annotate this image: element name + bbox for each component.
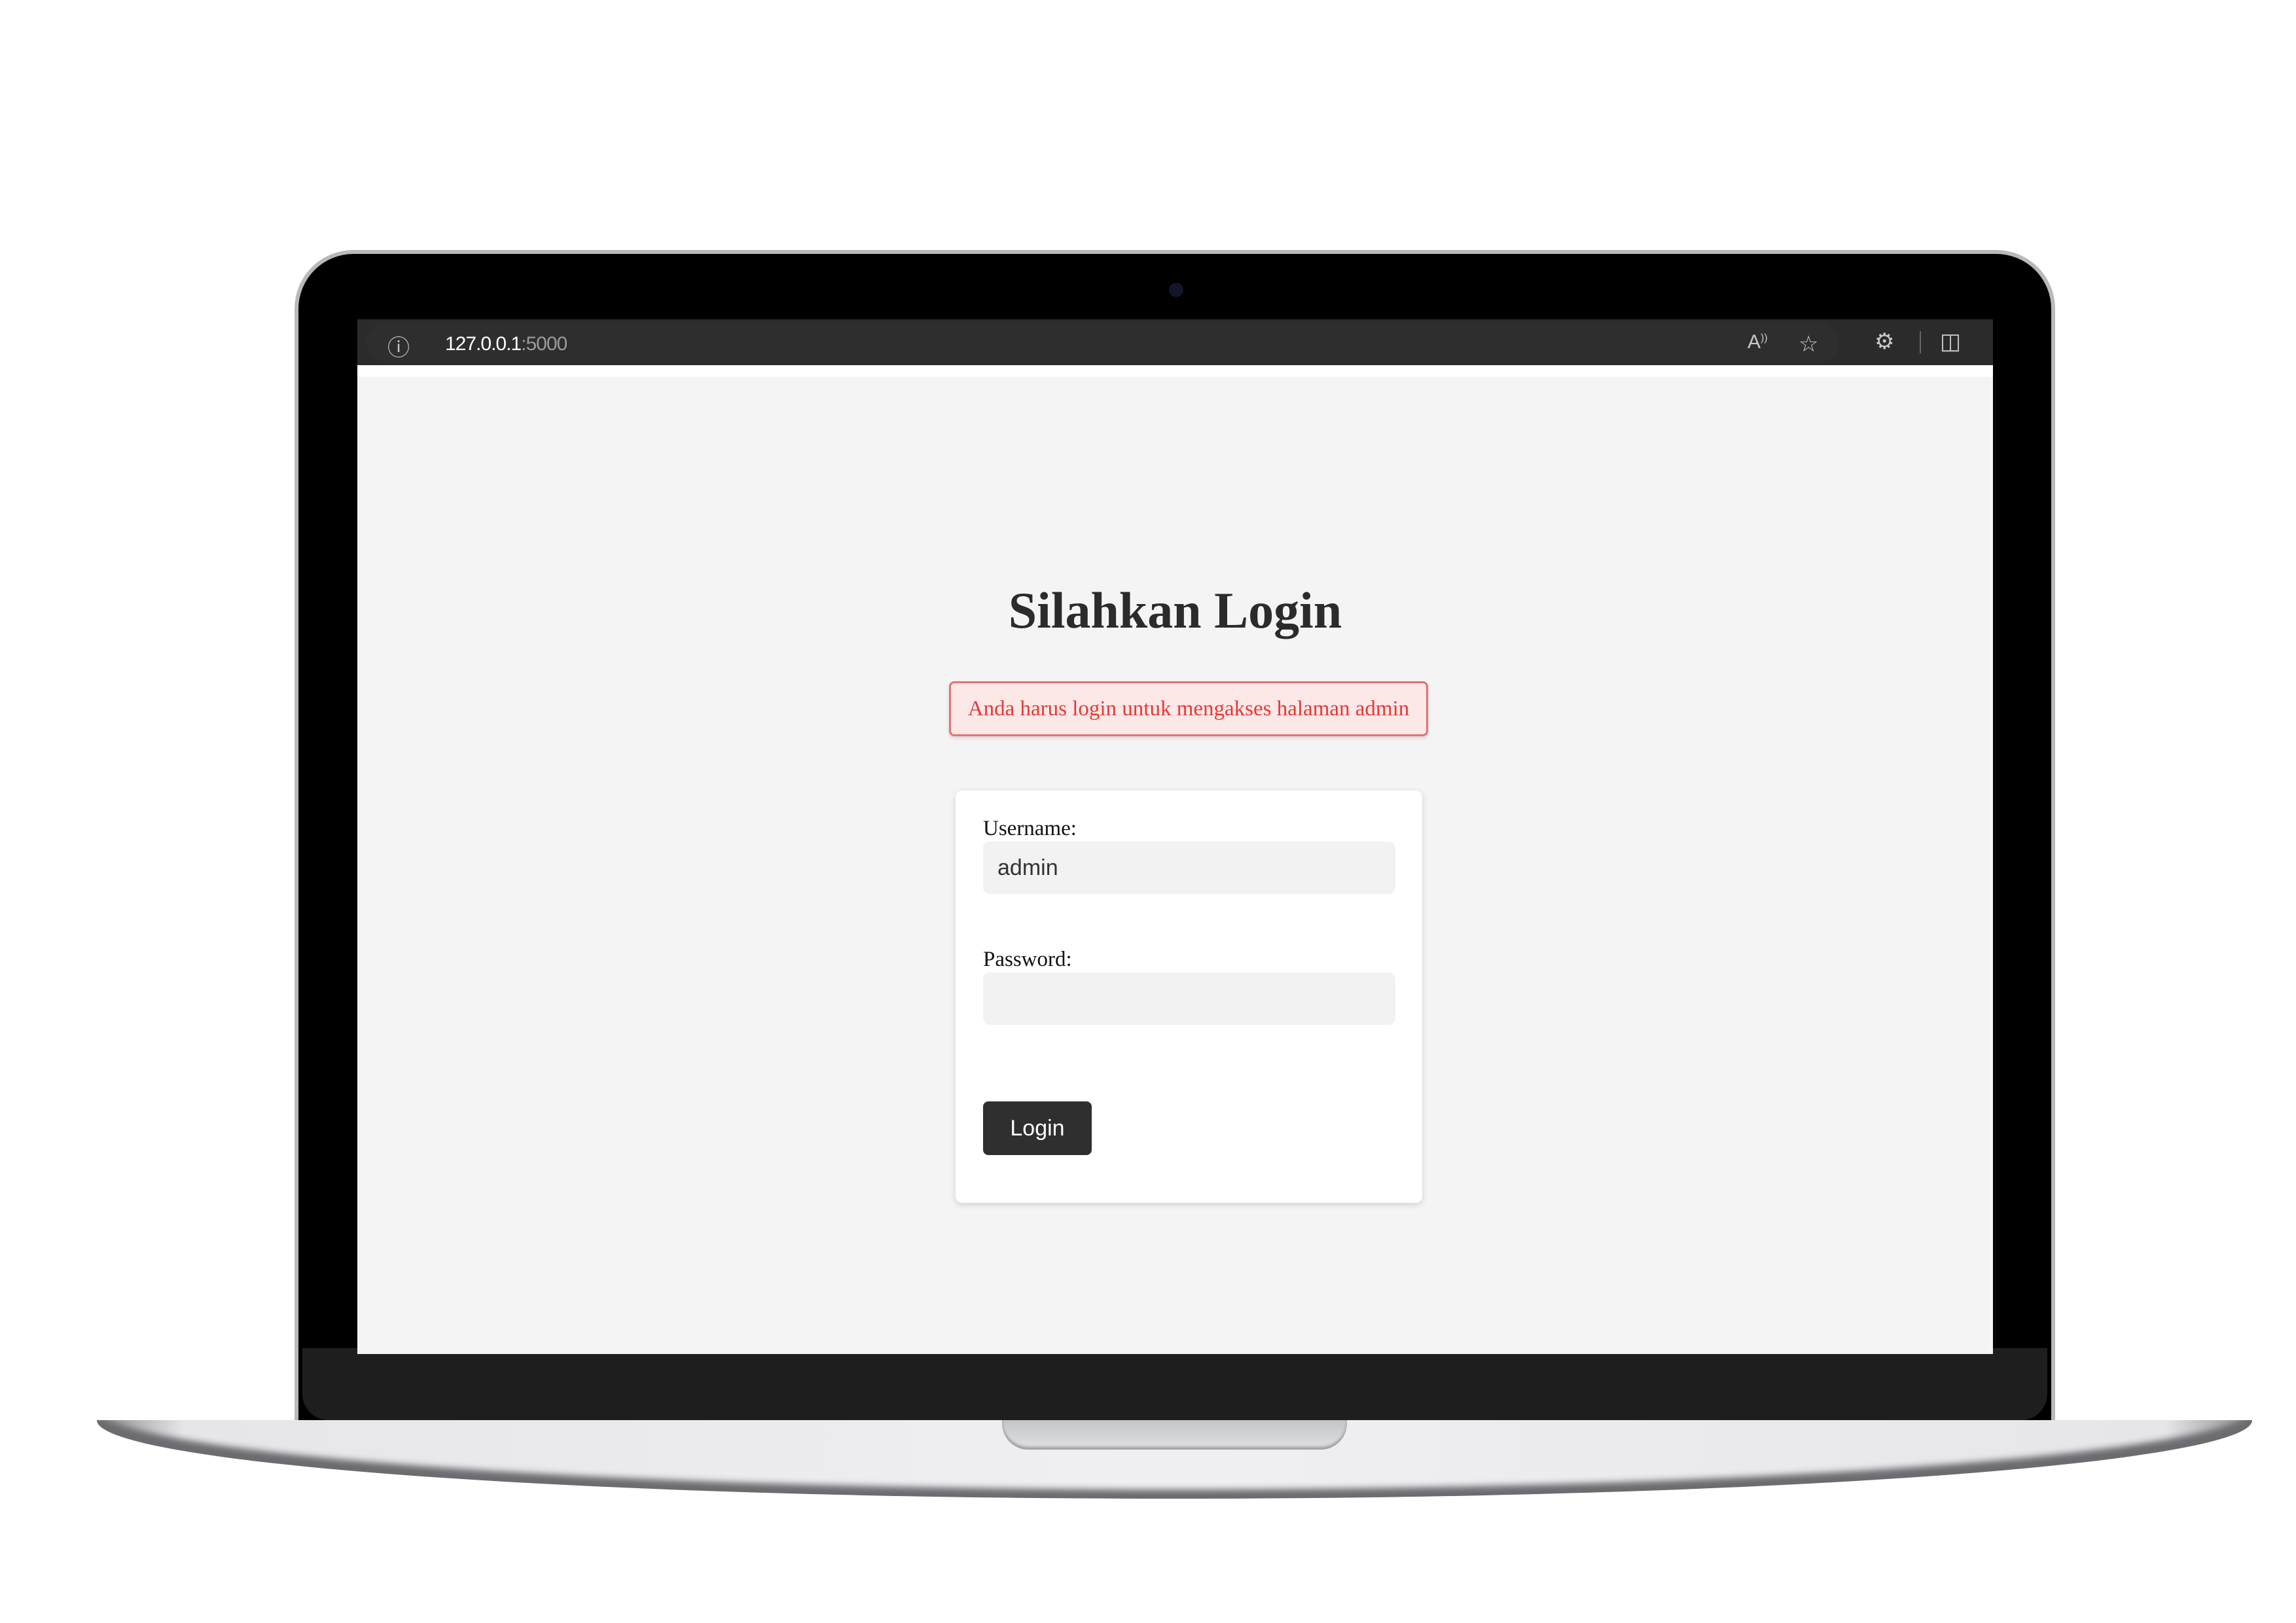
laptop-hinge-notch bbox=[1002, 1420, 1347, 1450]
error-alert: Anda harus login untuk mengakses halaman… bbox=[949, 681, 1428, 736]
address-bar[interactable]: ⓘ 127.0.0.1:5000 A)) ☆ bbox=[367, 322, 1839, 363]
browser-window: ⓘ 127.0.0.1:5000 A)) ☆ ⚙ ◫ Silahkan Logi… bbox=[357, 319, 1993, 1354]
login-form-card: Username: Password: Login bbox=[956, 791, 1422, 1203]
password-input[interactable] bbox=[983, 972, 1395, 1025]
toolbar-divider bbox=[1920, 331, 1921, 353]
toolbar-separator bbox=[357, 365, 1993, 377]
webcam bbox=[1169, 283, 1183, 297]
browser-toolbar: ⓘ 127.0.0.1:5000 A)) ☆ ⚙ ◫ bbox=[357, 319, 1993, 365]
split-screen-icon[interactable]: ◫ bbox=[1940, 329, 1961, 355]
password-label: Password: bbox=[983, 948, 1072, 971]
read-aloud-icon[interactable]: A)) bbox=[1748, 331, 1768, 353]
laptop-bezel-bottom bbox=[302, 1348, 2047, 1420]
username-label: Username: bbox=[983, 817, 1077, 840]
info-icon[interactable]: ⓘ bbox=[387, 330, 410, 362]
url-text[interactable]: 127.0.0.1:5000 bbox=[445, 333, 567, 355]
favorite-star-icon[interactable]: ☆ bbox=[1799, 331, 1818, 357]
url-host: 127.0.0.1 bbox=[445, 333, 522, 355]
extensions-icon[interactable]: ⚙ bbox=[1874, 329, 1894, 355]
login-button[interactable]: Login bbox=[983, 1101, 1092, 1155]
username-input[interactable] bbox=[983, 842, 1395, 894]
page-title: Silahkan Login bbox=[1008, 582, 1342, 639]
url-port: :5000 bbox=[521, 333, 567, 355]
